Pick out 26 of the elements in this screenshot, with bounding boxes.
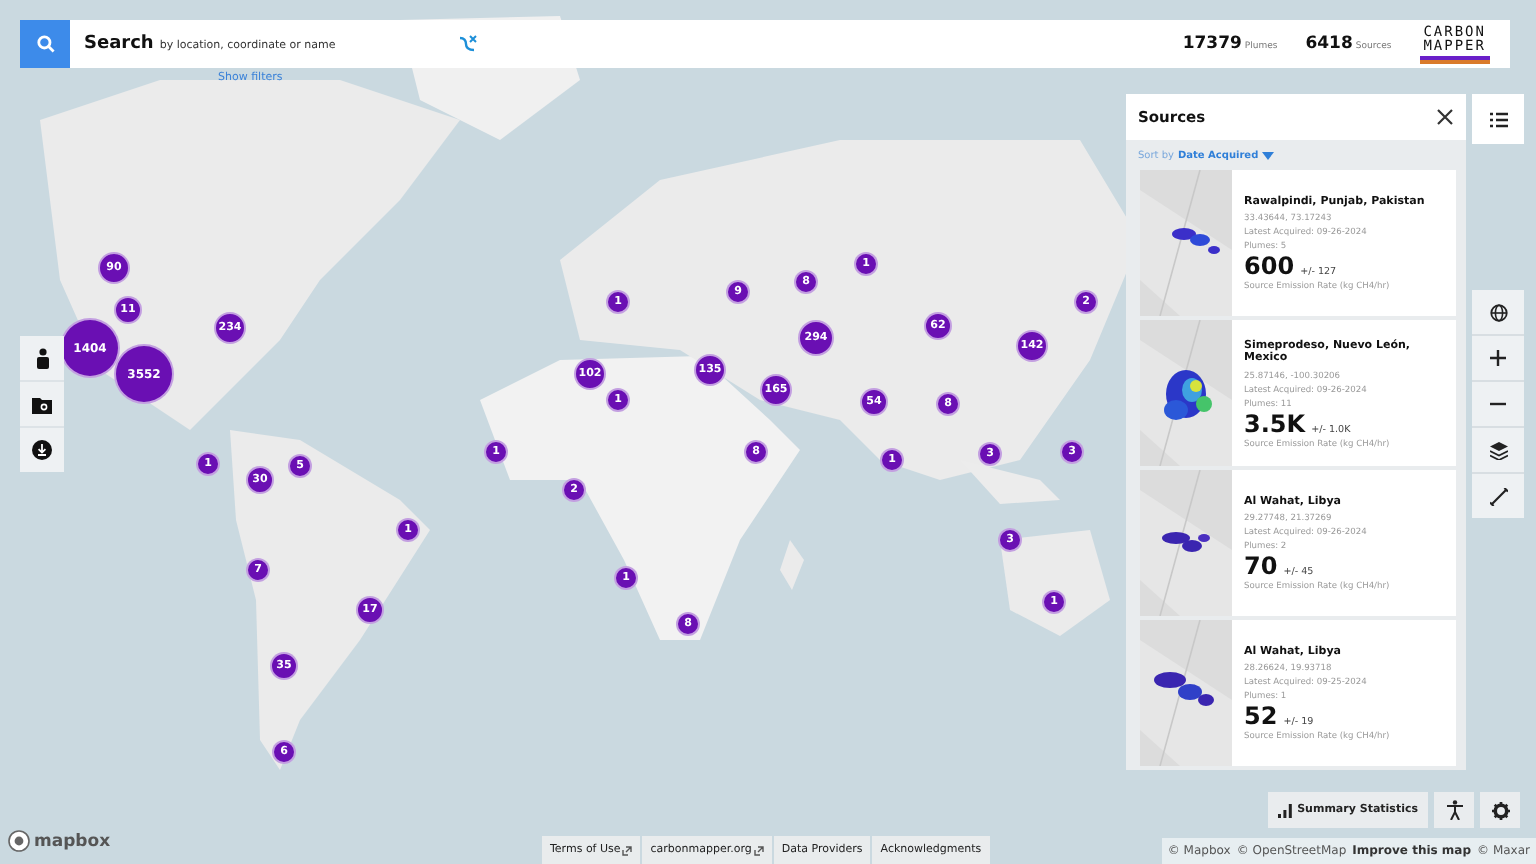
settings-icon [1491,801,1509,819]
bar-chart-icon [1277,803,1292,817]
mapbox-logo-text: mapbox [34,831,111,851]
plus-icon [1490,350,1506,366]
emission-rate: 3.5K [1244,411,1306,437]
layers-icon [1489,441,1507,459]
layers-button[interactable] [1472,428,1524,472]
settings-button[interactable] [1480,792,1520,828]
zoom-in-button[interactable] [1472,336,1524,380]
list-button[interactable] [1472,94,1524,144]
accessibility-icon [1445,800,1463,820]
globe-button[interactable] [1472,290,1524,334]
list-icon [1489,111,1507,127]
accessibility-button[interactable] [1434,792,1474,828]
measure-button[interactable] [1472,474,1524,518]
stat-value: 17379 [1182,34,1242,54]
emission-rate: 52 [1244,704,1278,731]
caret-icon[interactable] [1262,151,1275,159]
emission-rate: 70 [1244,554,1278,581]
ruler-icon [1489,487,1507,505]
close-icon[interactable] [1436,108,1454,126]
mapbox-logo-icon [8,830,30,852]
stat-value: 6418 [1305,34,1353,54]
globe-icon [1489,303,1507,321]
minus-icon [1490,402,1506,406]
emission-rate: 600 [1244,254,1295,281]
